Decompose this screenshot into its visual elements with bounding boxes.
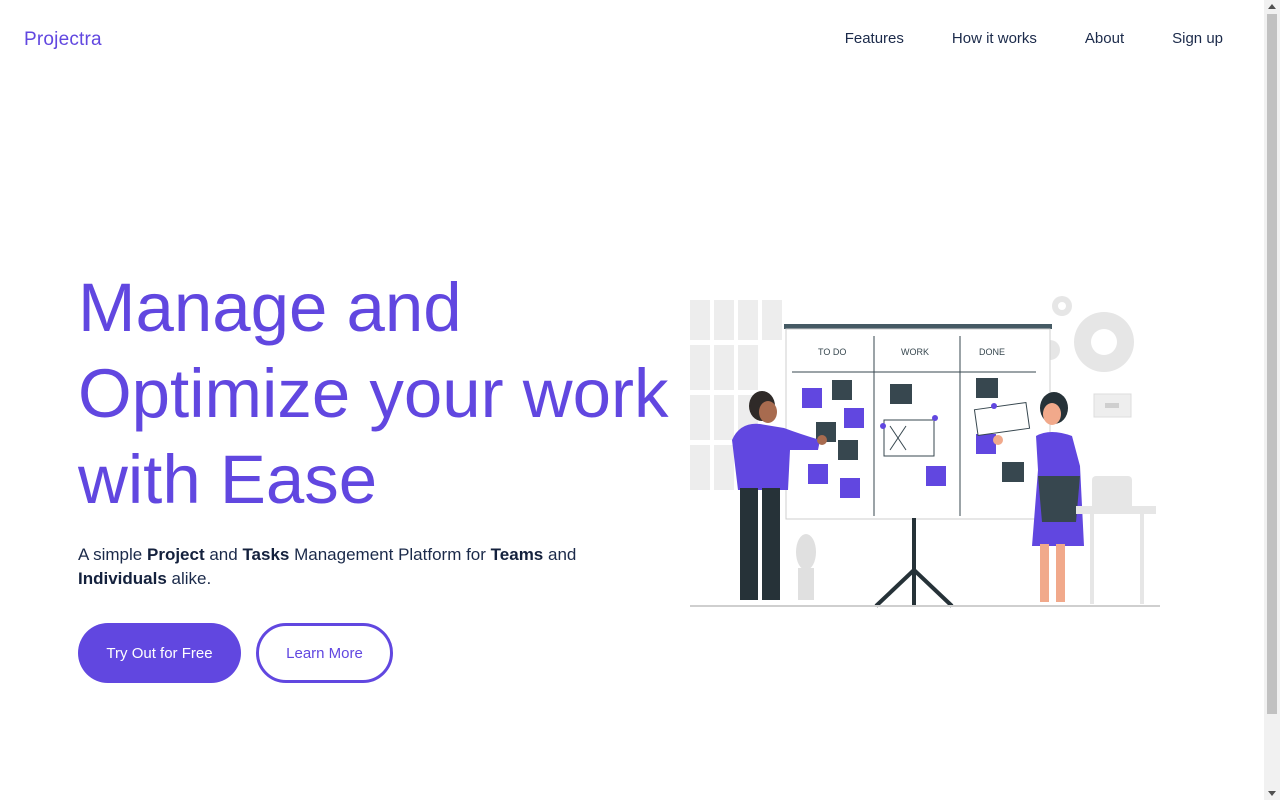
- chair: [1076, 476, 1156, 604]
- nav-link-about[interactable]: About: [1085, 30, 1124, 47]
- top-navbar: Projectra Features How it works About Si…: [0, 0, 1264, 80]
- learn-more-button[interactable]: Learn More: [256, 623, 393, 683]
- subtitle-bold-project: Project: [146, 545, 205, 564]
- subtitle-bold-individuals: Individuals: [78, 569, 167, 588]
- subtitle-text: and: [204, 545, 243, 564]
- wireframe-card: [883, 419, 935, 457]
- scroll-up-arrow-icon[interactable]: [1268, 4, 1276, 9]
- nav-link-how-it-works[interactable]: How it works: [952, 30, 1037, 47]
- nav-link-features[interactable]: Features: [845, 30, 904, 47]
- hero-title-line-1: Manage and: [78, 269, 462, 346]
- subtitle-text: alike.: [166, 569, 212, 588]
- subtitle-text: A simple: [78, 545, 147, 564]
- scrollbar-thumb[interactable]: [1267, 14, 1277, 714]
- column-done-label: DONE: [979, 347, 1005, 357]
- scroll-down-arrow-icon[interactable]: [1268, 791, 1276, 796]
- column-work-label: WORK: [901, 347, 929, 357]
- try-out-for-free-button[interactable]: Try Out for Free: [78, 623, 241, 683]
- hero-title-line-2: Optimize your work: [78, 355, 669, 432]
- column-todo-label: TO DO: [818, 347, 846, 357]
- subtitle-bold-teams: Teams: [490, 545, 544, 564]
- gear-icon: [1040, 296, 1134, 372]
- subtitle-bold-tasks: Tasks: [242, 545, 290, 564]
- hero-title: Manage and Optimize your work with Ease: [78, 265, 669, 523]
- brand-logo[interactable]: Projectra: [24, 29, 102, 51]
- subtitle-text: Management Platform for: [289, 545, 491, 564]
- hero-title-line-3: with Ease: [78, 441, 378, 518]
- vertical-scrollbar[interactable]: [1264, 0, 1280, 800]
- nav-link-sign-up[interactable]: Sign up: [1172, 30, 1223, 47]
- kanban-board-illustration: TO DO WORK DONE: [690, 296, 1160, 608]
- nav-links: Features How it works About Sign up: [845, 30, 1223, 47]
- subtitle-text: and: [543, 545, 577, 564]
- kanban-board: TO DO WORK DONE: [784, 324, 1052, 608]
- plant: [796, 534, 816, 600]
- hero-subtitle: A simple Project and Tasks Management Pl…: [78, 543, 598, 591]
